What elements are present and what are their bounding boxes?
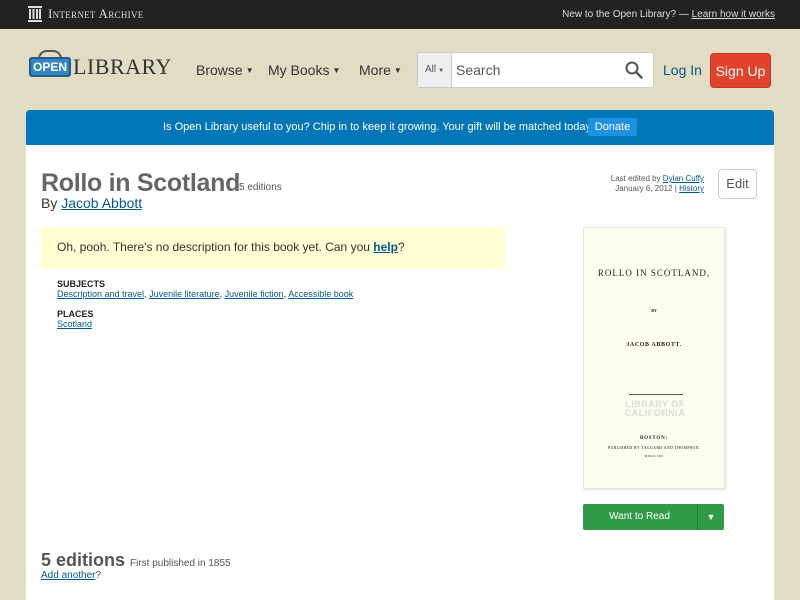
nav-more-label: More (359, 62, 391, 78)
subject-link[interactable]: Juvenile fiction (225, 289, 284, 299)
caret-down-icon: ▼ (393, 66, 402, 75)
history-link[interactable]: History (679, 184, 704, 193)
library-wordmark: LIBRARY (73, 54, 172, 79)
byline: By Jacob Abbott (41, 195, 142, 211)
help-link[interactable]: help (373, 240, 398, 254)
description-text: Oh, pooh. There's no description for thi… (57, 240, 370, 254)
author-link[interactable]: Jacob Abbott (61, 195, 142, 211)
subject-link[interactable]: Description and travel (57, 289, 144, 299)
editor-link[interactable]: Dylan Cuffy (663, 174, 704, 183)
search-scope-label: All (424, 64, 437, 75)
donation-banner: Is Open Library useful to you? Chip in t… (26, 110, 774, 145)
places-section: PLACES Scotland (57, 309, 94, 329)
nav-browse[interactable]: Browse ▼ (196, 62, 254, 78)
internet-archive-bar: Internet Archive New to the Open Library… (0, 0, 800, 29)
book-title: Rollo in Scotland (41, 169, 241, 197)
cover-year: M DCCC LXV. (644, 454, 664, 458)
description-suffix: ? (397, 240, 405, 254)
nav-more[interactable]: More ▼ (359, 62, 402, 78)
cover-divider (629, 394, 683, 395)
search-input[interactable] (454, 53, 614, 87)
open-sign-icon: OPEN (29, 50, 71, 80)
internet-archive-logo[interactable]: Internet Archive (28, 6, 144, 22)
last-edited-info: Last edited by Dylan Cuffy January 6, 20… (611, 174, 704, 194)
cover-publisher: PUBLISHED BY TAGGARD AND THOMPSON. (607, 445, 701, 450)
site-header: OPEN LIBRARY Browse ▼ My Books ▼ More ▼ All… (0, 29, 800, 110)
library-stamp: LIBRARY OF CALIFORNIA (624, 399, 686, 418)
donation-banner-text: Is Open Library useful to you? Chip in t… (163, 121, 595, 133)
cover-author: JACOB ABBOTT. (626, 342, 682, 348)
subjects-section: SUBJECTS Description and travel, Juvenil… (57, 279, 354, 299)
search-scope-select[interactable]: All ▼ (418, 53, 452, 87)
last-edited-date: January 6, 2012 (615, 184, 673, 193)
nav-my-books-label: My Books (268, 62, 330, 78)
editions-heading: 5 editions (41, 550, 126, 570)
login-link[interactable]: Log In (663, 62, 702, 78)
subject-link[interactable]: Juvenile literature (149, 289, 220, 299)
want-to-read-label[interactable]: Want to Read (583, 504, 696, 530)
add-another: Add another? (41, 570, 101, 581)
want-to-read-button: Want to Read ▼ (583, 504, 724, 530)
signup-button[interactable]: Sign Up (710, 53, 771, 88)
nav-my-books[interactable]: My Books ▼ (268, 62, 340, 78)
first-published: First published in 1855 (130, 558, 231, 569)
caret-down-icon[interactable]: ▼ (697, 504, 724, 530)
learn-how-link[interactable]: Learn how it works (692, 9, 775, 20)
add-another-suffix: ? (95, 570, 102, 581)
last-edited-prefix: Last edited by (610, 174, 661, 183)
cover-by: BY (651, 308, 657, 313)
search-icon[interactable] (625, 61, 643, 79)
caret-down-icon: ▼ (332, 66, 341, 75)
description-box: Oh, pooh. There's no description for thi… (41, 227, 505, 269)
subjects-label: SUBJECTS (57, 279, 106, 289)
new-user-prompt: New to the Open Library? — Learn how it … (562, 9, 775, 20)
caret-down-icon: ▼ (438, 68, 445, 74)
book-cover[interactable]: ROLLO IN SCOTLAND, BY JACOB ABBOTT. LIBR… (583, 227, 725, 489)
archive-building-icon (28, 6, 42, 22)
internet-archive-name: Internet Archive (48, 6, 144, 21)
place-link[interactable]: Scotland (57, 319, 92, 329)
donate-button[interactable]: Donate (588, 118, 637, 136)
subject-link[interactable]: Accessible book (288, 289, 353, 299)
open-sign-label: OPEN (29, 57, 71, 77)
open-library-logo[interactable]: OPEN LIBRARY (29, 50, 172, 80)
by-label: By (41, 195, 58, 211)
places-label: PLACES (57, 309, 94, 319)
cover-title: ROLLO IN SCOTLAND, (597, 268, 711, 278)
separator: | (674, 184, 677, 193)
caret-down-icon: ▼ (245, 66, 254, 75)
nav-browse-label: Browse (196, 62, 243, 78)
edition-count: 5 editions (239, 182, 282, 193)
cover-city: BOSTON: (639, 436, 668, 441)
add-another-link[interactable]: Add another (41, 570, 96, 581)
search-bar: All ▼ (417, 52, 654, 88)
edit-button[interactable]: Edit (718, 169, 757, 199)
work-page: Rollo in Scotland 5 editions By Jacob Ab… (26, 145, 774, 600)
new-user-text: New to the Open Library? — (562, 9, 689, 20)
